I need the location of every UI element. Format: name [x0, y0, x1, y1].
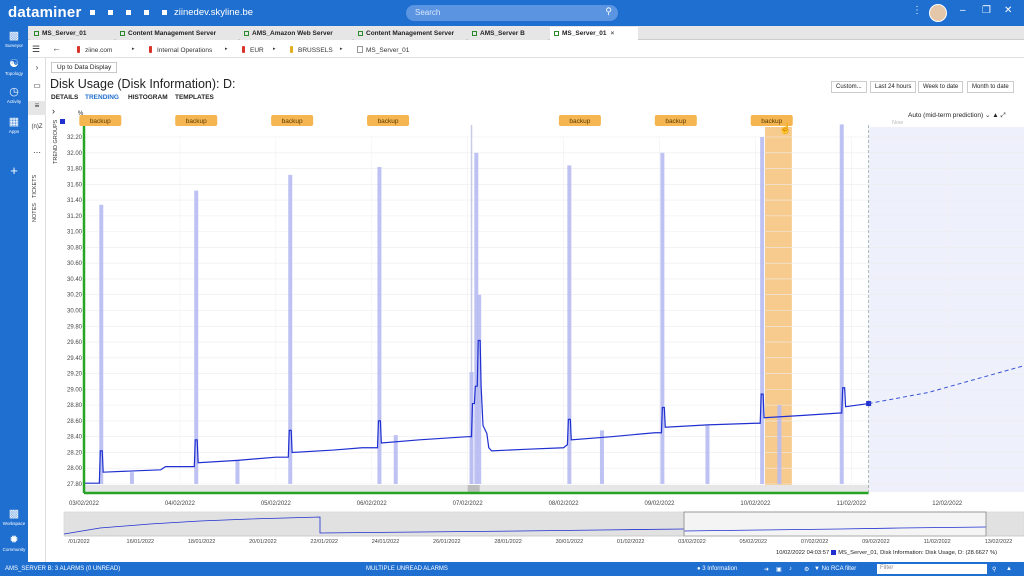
overview-mask-right: [986, 512, 1024, 536]
y-tick-label: 29.40: [67, 356, 83, 362]
y-tick-label: 30.40: [67, 277, 83, 283]
prediction-area: [868, 127, 1024, 492]
annotation-label: backup: [282, 118, 303, 125]
y-tick-label: 28.40: [67, 435, 83, 441]
y-tick-label: 28.00: [67, 466, 83, 472]
overview-tick-label: 20/01/2022: [249, 539, 277, 545]
max-value-bar: [235, 460, 240, 484]
y-tick-label: 30.20: [67, 293, 83, 299]
overview-tick-label: 09/02/2022: [862, 539, 890, 545]
filter-input[interactable]: Filter: [877, 564, 987, 574]
overview-tick-label: 16/01/2022: [127, 539, 155, 545]
y-tick-label: 28.60: [67, 419, 83, 425]
x-tick-label: 03/02/2022: [69, 501, 100, 507]
y-tick-label: 29.00: [67, 387, 83, 393]
y-tick-label: 32.00: [67, 151, 83, 157]
overview-tick-label: 03/02/2022: [678, 539, 706, 545]
readout-timestamp: 10/02/2022 04:03:57: [776, 550, 830, 556]
x-tick-label: 07/02/2022: [453, 501, 484, 507]
x-tick-label: 08/02/2022: [549, 501, 580, 507]
y-tick-label: 31.80: [67, 167, 83, 173]
x-tick-label: 11/02/2022: [837, 501, 867, 507]
overview-tick-label: 13/02/2022: [985, 539, 1013, 545]
y-tick-label: 29.20: [67, 372, 83, 378]
now-label: Now: [892, 120, 904, 126]
volume-icon[interactable]: ♪: [789, 566, 792, 572]
overview-tick-label: /01/2022: [68, 539, 89, 545]
y-tick-label: 29.80: [67, 324, 83, 330]
max-value-bar: [705, 425, 710, 484]
alarm-summary[interactable]: AMS_SERVER B: 3 ALARMS (0 UNREAD): [5, 566, 120, 572]
overview-tick-label: 24/01/2022: [372, 539, 400, 545]
expand-icon[interactable]: ▲: [1006, 566, 1012, 572]
series-color-swatch[interactable]: [60, 119, 65, 124]
x-tick-label: 09/02/2022: [644, 501, 675, 507]
y-tick-label: 30.60: [67, 261, 83, 267]
x-tick-label: 06/02/2022: [357, 501, 388, 507]
max-value-bar: [760, 137, 765, 484]
overview-tick-label: 07/02/2022: [801, 539, 829, 545]
y-tick-label: 28.20: [67, 450, 83, 456]
max-value-bar: [599, 430, 604, 484]
mouse-cursor-icon: ☝: [779, 124, 792, 135]
y-tick-label: 31.40: [67, 198, 83, 204]
arrow-icon[interactable]: ➜: [764, 566, 769, 573]
annotation-label: backup: [186, 118, 207, 125]
information-count[interactable]: ● 3 Information: [697, 566, 737, 572]
overview-tick-label: 05/02/2022: [740, 539, 768, 545]
search-icon[interactable]: ⚲: [992, 566, 996, 573]
max-value-bar: [129, 472, 134, 484]
annotation-label: backup: [90, 118, 111, 125]
overview-tick-label: 01/02/2022: [617, 539, 645, 545]
filter-icon: ▼: [814, 566, 820, 572]
annotation-label: backup: [665, 118, 686, 125]
max-value-bar: [839, 124, 844, 484]
annotation-label: backup: [569, 118, 590, 125]
rca-label: No RCA filter: [821, 566, 857, 572]
trend-chart[interactable]: 27.80 28.00 28.20 28.40 28.60 28.80 29.00 29.20…: [0, 0, 1024, 562]
max-value-bar: [477, 294, 482, 484]
y-tick-label: 29.60: [67, 340, 83, 346]
settings-icon[interactable]: ⚙: [804, 566, 809, 573]
overview-tick-label: 22/01/2022: [310, 539, 338, 545]
series-swatch: [831, 550, 837, 555]
overview-tick-label: 11/02/2022: [924, 539, 951, 545]
max-value-bar: [99, 204, 104, 484]
x-tick-label: 10/02/2022: [740, 501, 771, 507]
y-tick-label: 30.80: [67, 245, 83, 251]
value-readout: 10/02/2022 04:03:57 MS_Server_01, Disk In…: [776, 550, 997, 556]
rca-filter[interactable]: ▼ No RCA filter: [814, 566, 856, 572]
x-tick-label: 12/02/2022: [932, 501, 963, 507]
y-tick-label: 31.20: [67, 214, 83, 220]
availability-gap: [467, 485, 480, 492]
x-tick-label: 04/02/2022: [165, 501, 196, 507]
overview-tick-label: 28/01/2022: [494, 539, 522, 545]
max-value-bar: [660, 152, 665, 485]
status-bar: AMS_SERVER B: 3 ALARMS (0 UNREAD) MULTIP…: [0, 562, 1024, 576]
info-dot-icon: ●: [697, 566, 701, 572]
x-tick-label: 05/02/2022: [261, 501, 292, 507]
annotation-label: backup: [378, 118, 399, 125]
y-tick-label: 28.80: [67, 403, 83, 409]
overview-tick-label: 30/01/2022: [556, 539, 584, 545]
y-tick-label: 31.60: [67, 182, 83, 188]
overview-tick-label: 18/01/2022: [188, 539, 216, 545]
y-tick-label: 31.00: [67, 230, 83, 236]
y-tick-label: 30.00: [67, 309, 83, 315]
unread-alarms-notice[interactable]: MULTIPLE UNREAD ALARMS: [366, 566, 448, 572]
readout-text: MS_Server_01, Disk Information: Disk Usa…: [838, 550, 998, 556]
y-unit-label: %: [78, 111, 84, 117]
lock-icon[interactable]: ▣: [776, 566, 782, 573]
info-label: 3 Information: [702, 566, 738, 572]
y-tick-label: 27.80: [67, 482, 83, 488]
overview-tick-label: 26/01/2022: [433, 539, 461, 545]
y-tick-label: 32.20: [67, 135, 83, 141]
